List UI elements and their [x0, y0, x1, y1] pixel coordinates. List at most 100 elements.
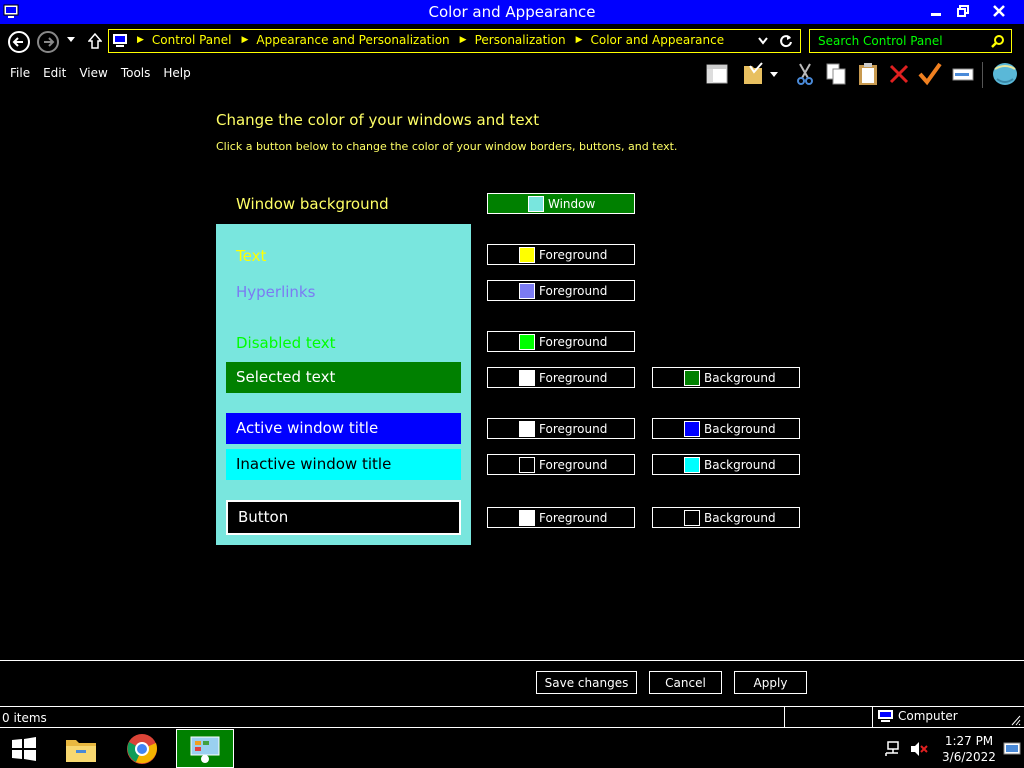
menu-edit[interactable]: Edit: [43, 66, 66, 84]
preview-hyperlinks: Hyperlinks: [236, 283, 316, 301]
inactive-title-foreground-button[interactable]: Foreground: [487, 454, 635, 475]
breadcrumb-control-panel[interactable]: Control Panel: [152, 33, 232, 47]
search-input[interactable]: [810, 30, 990, 52]
rename-button[interactable]: [950, 60, 976, 88]
volume-tray-icon[interactable]: [910, 741, 928, 761]
delete-icon: [889, 64, 909, 84]
active-title-background-button[interactable]: Background: [652, 418, 800, 439]
disabled-foreground-button[interactable]: Foreground: [487, 331, 635, 352]
notification-icon: [1003, 742, 1021, 755]
system-clock[interactable]: 1:27 PM 3/6/2022: [936, 733, 1002, 765]
menu-view[interactable]: View: [79, 66, 107, 84]
back-button[interactable]: [8, 31, 30, 53]
save-changes-button[interactable]: Save changes: [536, 671, 637, 694]
forward-button[interactable]: [37, 31, 59, 53]
notifications-tray-icon[interactable]: [1003, 741, 1021, 761]
clipboard-icon: [859, 63, 877, 85]
network-icon: [885, 741, 899, 756]
page-description: Click a button below to change the color…: [216, 140, 678, 153]
network-button[interactable]: [990, 60, 1020, 88]
text-swatch: [519, 246, 535, 263]
active-title-foreground-button[interactable]: Foreground: [487, 418, 635, 439]
breadcrumb-personalization[interactable]: Personalization: [475, 33, 566, 47]
search-box[interactable]: [809, 29, 1012, 53]
window-swatch: [528, 195, 544, 212]
minimize-button[interactable]: [922, 0, 949, 22]
preview-button: Button: [226, 500, 461, 535]
folder-icon: [66, 739, 96, 762]
restore-button[interactable]: [949, 0, 976, 22]
preview-selected-text: Selected text: [226, 362, 461, 393]
layout-icon: [706, 64, 728, 84]
refresh-icon[interactable]: [779, 33, 793, 49]
menu-help[interactable]: Help: [163, 66, 190, 84]
status-bar: 0 items Computer: [0, 706, 1024, 728]
title-bar: Color and Appearance: [0, 0, 1024, 24]
status-divider: [784, 707, 785, 727]
cancel-button[interactable]: Cancel: [649, 671, 722, 694]
window-title: Color and Appearance: [428, 3, 596, 21]
preview-disabled-text: Disabled text: [236, 334, 336, 352]
copy-icon: [826, 63, 846, 85]
status-divider: [872, 707, 873, 727]
inactive-fg-swatch: [519, 456, 535, 473]
active-bg-swatch: [684, 420, 700, 437]
selected-foreground-button[interactable]: Foreground: [487, 367, 635, 388]
checkmark-icon: [918, 62, 942, 86]
delete-button[interactable]: [886, 60, 912, 88]
paste-button[interactable]: [855, 60, 881, 88]
apply-button[interactable]: Apply: [734, 671, 807, 694]
resize-grip-icon[interactable]: [1011, 714, 1021, 726]
volume-muted-icon: [911, 742, 928, 756]
breadcrumb: ▶ Control Panel ▶ Appearance and Persona…: [137, 33, 725, 47]
taskbar-file-explorer[interactable]: [58, 729, 104, 768]
inactive-title-background-button[interactable]: Background: [652, 454, 800, 475]
preview-inactive-title: Inactive window title: [226, 449, 461, 480]
menu-tools[interactable]: Tools: [121, 66, 151, 84]
item-count: 0 items: [2, 711, 47, 725]
start-button[interactable]: [0, 729, 48, 768]
folder-check-icon: [744, 62, 778, 84]
menu-bar: File Edit View Tools Help: [0, 66, 194, 84]
taskbar-control-panel[interactable]: [176, 729, 234, 768]
properties-button[interactable]: [917, 60, 943, 88]
hyperlinks-foreground-button[interactable]: Foreground: [487, 280, 635, 301]
color-preview-panel: Text Hyperlinks Disabled text Selected t…: [216, 224, 471, 545]
search-icon[interactable]: [991, 34, 1005, 48]
button-background-button[interactable]: Background: [652, 507, 800, 528]
window-background-label: Window background: [236, 195, 389, 213]
clock-time: 1:27 PM: [944, 734, 994, 748]
page-title: Change the color of your windows and tex…: [216, 111, 540, 129]
network-tray-icon[interactable]: [884, 741, 900, 761]
navigation-bar: ▶ Control Panel ▶ Appearance and Persona…: [0, 25, 1024, 57]
close-button[interactable]: [976, 0, 1022, 22]
scissors-icon: [797, 63, 813, 85]
toolbar-separator: [982, 62, 983, 88]
address-bar[interactable]: ▶ Control Panel ▶ Appearance and Persona…: [108, 29, 801, 53]
breadcrumb-color-appearance[interactable]: Color and Appearance: [591, 33, 725, 47]
layout-button[interactable]: [704, 60, 730, 88]
inactive-bg-swatch: [684, 456, 700, 473]
text-foreground-button[interactable]: Foreground: [487, 244, 635, 265]
organize-button[interactable]: [742, 60, 778, 88]
breadcrumb-appearance-personalization[interactable]: Appearance and Personalization: [256, 33, 449, 47]
selected-bg-swatch: [684, 369, 700, 386]
disabled-swatch: [519, 333, 535, 350]
clock-date: 3/6/2022: [942, 750, 996, 764]
selected-background-button[interactable]: Background: [652, 367, 800, 388]
cut-button[interactable]: [792, 60, 818, 88]
restore-icon: [956, 5, 969, 17]
taskbar-chrome[interactable]: [119, 729, 165, 768]
menu-file[interactable]: File: [10, 66, 30, 84]
computer-icon: [878, 710, 893, 722]
recent-locations-dropdown[interactable]: [66, 36, 76, 44]
button-foreground-button[interactable]: Foreground: [487, 507, 635, 528]
chevron-down-icon[interactable]: [757, 34, 769, 48]
minimize-icon: [930, 13, 941, 16]
control-panel-icon: [190, 736, 220, 763]
window-color-button[interactable]: Window: [487, 193, 635, 214]
up-arrow-icon[interactable]: [88, 32, 102, 50]
globe-icon: [993, 63, 1017, 85]
arrow-right-icon: [44, 37, 55, 47]
copy-button[interactable]: [823, 60, 849, 88]
